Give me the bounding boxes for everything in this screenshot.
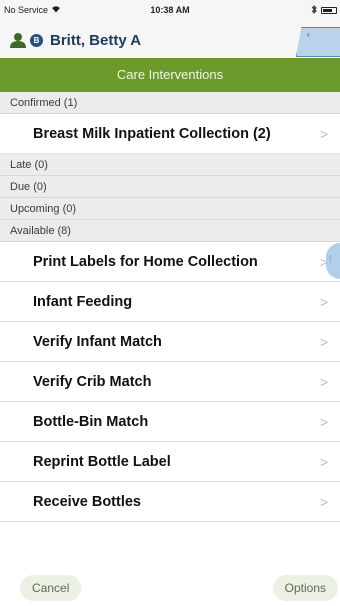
- list-item[interactable]: Infant Feeding >: [0, 282, 340, 322]
- tab-chevron-icon: ‹: [307, 30, 310, 39]
- handle-grip-icon: ⁞: [329, 254, 332, 264]
- patient-bar: B Britt, Betty A ‹: [0, 22, 340, 58]
- list-item-label: Reprint Bottle Label: [33, 454, 171, 470]
- list-item[interactable]: Bottle-Bin Match >: [0, 402, 340, 442]
- status-bar: No Service 10:38 AM: [0, 0, 340, 22]
- patient-name[interactable]: Britt, Betty A: [50, 32, 141, 49]
- chevron-right-icon: >: [319, 414, 328, 430]
- list-item[interactable]: Breast Milk Inpatient Collection (2) >: [0, 114, 340, 154]
- list-item-label: Verify Infant Match: [33, 334, 162, 350]
- list-item[interactable]: Verify Crib Match >: [0, 362, 340, 402]
- chevron-right-icon: >: [319, 334, 328, 350]
- chevron-right-icon: >: [319, 454, 328, 470]
- list-item-label: Print Labels for Home Collection: [33, 254, 258, 270]
- section-late[interactable]: Late (0): [0, 154, 340, 176]
- side-panel-tab[interactable]: ‹: [296, 27, 340, 57]
- chevron-right-icon: >: [319, 126, 328, 142]
- page-title: Care Interventions: [0, 58, 340, 92]
- patient-badge-icon: B: [30, 34, 43, 47]
- list-item-label: Verify Crib Match: [33, 374, 152, 390]
- status-time: 10:38 AM: [150, 5, 190, 15]
- chevron-right-icon: >: [319, 494, 328, 510]
- list-item-label: Receive Bottles: [33, 494, 141, 510]
- list-item[interactable]: Verify Infant Match >: [0, 322, 340, 362]
- list-item-label: Infant Feeding: [33, 294, 133, 310]
- interventions-list: Confirmed (1) Breast Milk Inpatient Coll…: [0, 92, 340, 522]
- drawer-handle[interactable]: ⁞: [326, 243, 340, 279]
- battery-icon: [321, 7, 337, 14]
- section-due[interactable]: Due (0): [0, 176, 340, 198]
- list-item-label: Breast Milk Inpatient Collection (2): [33, 126, 271, 142]
- person-icon: [10, 32, 26, 53]
- cancel-button[interactable]: Cancel: [20, 575, 82, 601]
- bluetooth-icon: [311, 4, 317, 16]
- chevron-right-icon: >: [319, 374, 328, 390]
- section-upcoming[interactable]: Upcoming (0): [0, 198, 340, 220]
- list-item-label: Bottle-Bin Match: [33, 414, 149, 430]
- options-button[interactable]: Options: [272, 575, 338, 601]
- list-item[interactable]: Reprint Bottle Label >: [0, 442, 340, 482]
- status-right: [311, 4, 337, 16]
- chevron-right-icon: >: [319, 294, 328, 310]
- section-available[interactable]: Available (8): [0, 220, 340, 242]
- section-confirmed[interactable]: Confirmed (1): [0, 92, 340, 114]
- footer-toolbar: Cancel Options: [0, 566, 340, 606]
- list-item[interactable]: Receive Bottles >: [0, 482, 340, 522]
- list-item[interactable]: Print Labels for Home Collection >: [0, 242, 340, 282]
